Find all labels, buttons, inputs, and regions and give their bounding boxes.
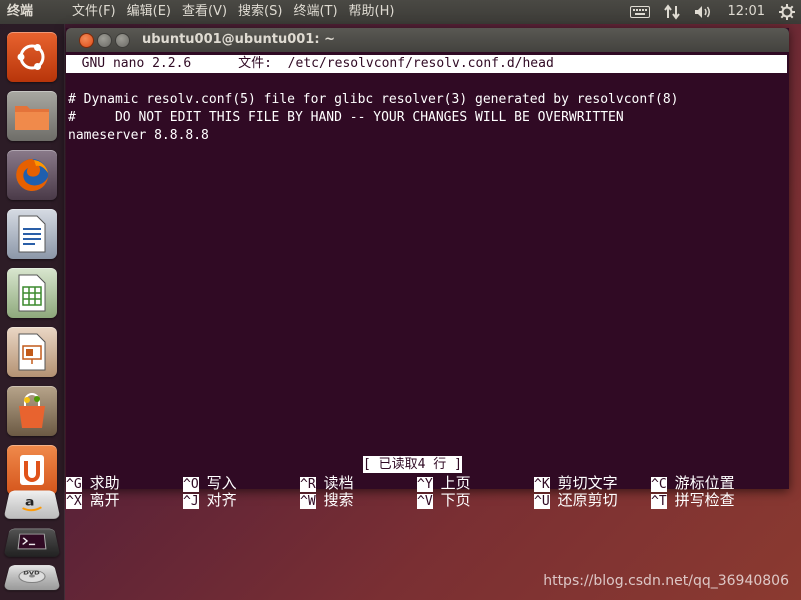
ubuntu-dash-icon[interactable] [7, 32, 57, 82]
nano-header: GNU nano 2.2.6 文件: /etc/resolvconf/resol… [66, 55, 787, 73]
app-title: 终端 [7, 4, 34, 19]
shortcut-key: ^U [534, 494, 550, 509]
menu-help[interactable]: 帮助(H) [349, 0, 395, 24]
svg-text:a: a [25, 496, 35, 509]
indicator-area: 12:01 [616, 0, 795, 24]
shortcut-key: ^O [183, 477, 199, 492]
shortcut-label: 读档 [323, 474, 354, 492]
shortcut-label: 离开 [89, 491, 120, 509]
shortcut-key: ^T [651, 494, 667, 509]
shortcut-label: 还原剪切 [557, 491, 618, 509]
minimize-button[interactable] [97, 33, 112, 48]
menu-edit[interactable]: 编辑(E) [127, 0, 171, 24]
maximize-button[interactable] [115, 33, 130, 48]
shortcut-label: 搜索 [323, 491, 354, 509]
shortcut-label: 求助 [89, 474, 120, 492]
shortcut-key: ^V [417, 494, 433, 509]
ubuntu-one-icon[interactable] [7, 445, 57, 495]
amazon-icon[interactable]: a [3, 490, 61, 519]
menu-file[interactable]: 文件(F) [72, 0, 116, 24]
shortcut-label: 写入 [206, 474, 237, 492]
shortcut-exit[interactable]: ^X 离开 [66, 492, 120, 510]
shortcut-label: 游标位置 [674, 474, 735, 492]
shortcut-where-is[interactable]: ^W 搜索 [300, 492, 354, 510]
nano-status: [ 已读取4 行 ] [363, 456, 462, 473]
volume-icon[interactable] [694, 5, 714, 19]
libreoffice-writer-icon[interactable] [7, 209, 57, 259]
window-titlebar[interactable]: ubuntu001@ubuntu001: ~ [66, 28, 789, 52]
shortcut-justify[interactable]: ^J 对齐 [183, 492, 237, 510]
close-button[interactable] [79, 33, 94, 48]
menu-bar: 文件(F) 编辑(E) 查看(V) 搜索(S) 终端(T) 帮助(H) [72, 0, 405, 24]
shortcut-key: ^X [66, 494, 82, 509]
shortcut-label: 拼写检查 [674, 491, 735, 509]
files-icon[interactable] [7, 91, 57, 141]
menu-view[interactable]: 查看(V) [182, 0, 227, 24]
top-panel: 终端 文件(F) 编辑(E) 查看(V) 搜索(S) 终端(T) 帮助(H) 1… [0, 0, 801, 24]
shortcut-key: ^W [300, 494, 316, 509]
launcher: a DVD [0, 24, 65, 600]
shortcut-key: ^J [183, 494, 199, 509]
window-title: ubuntu001@ubuntu001: ~ [142, 32, 335, 47]
shortcut-next-page[interactable]: ^V 下页 [417, 492, 471, 510]
terminal-content[interactable]: GNU nano 2.2.6 文件: /etc/resolvconf/resol… [66, 52, 789, 509]
shortcut-key: ^R [300, 477, 316, 492]
keyboard-icon[interactable] [629, 6, 650, 18]
menu-terminal[interactable]: 终端(T) [293, 0, 337, 24]
shortcut-key: ^G [66, 477, 82, 492]
shortcut-label: 剪切文字 [557, 474, 618, 492]
file-line-3: nameserver 8.8.8.8 [68, 128, 209, 143]
shortcut-key: ^Y [417, 477, 433, 492]
gear-icon[interactable] [779, 4, 795, 20]
dvd-icon[interactable]: DVD [3, 565, 61, 591]
menu-search[interactable]: 搜索(S) [238, 0, 282, 24]
shortcut-label: 对齐 [206, 491, 237, 509]
clock[interactable]: 12:01 [728, 0, 765, 24]
shortcut-label: 上页 [440, 474, 471, 492]
shortcut-spell[interactable]: ^T 拼写检查 [651, 492, 735, 510]
libreoffice-impress-icon[interactable] [7, 327, 57, 377]
terminal-icon[interactable] [3, 528, 61, 557]
shortcut-key: ^C [651, 477, 667, 492]
shortcut-uncut[interactable]: ^U 还原剪切 [534, 492, 618, 510]
software-center-icon[interactable] [7, 386, 57, 436]
shortcut-label: 下页 [440, 491, 471, 509]
terminal-window: ubuntu001@ubuntu001: ~ GNU nano 2.2.6 文件… [66, 28, 789, 509]
watermark: https://blog.csdn.net/qq_36940806 [543, 573, 789, 589]
libreoffice-calc-icon[interactable] [7, 268, 57, 318]
shortcut-key: ^K [534, 477, 550, 492]
file-line-1: # Dynamic resolv.conf(5) file for glibc … [68, 92, 679, 107]
file-line-2: # DO NOT EDIT THIS FILE BY HAND -- YOUR … [68, 110, 624, 125]
firefox-icon[interactable] [7, 150, 57, 200]
svg-text:DVD: DVD [23, 570, 40, 576]
network-icon[interactable] [663, 4, 680, 20]
